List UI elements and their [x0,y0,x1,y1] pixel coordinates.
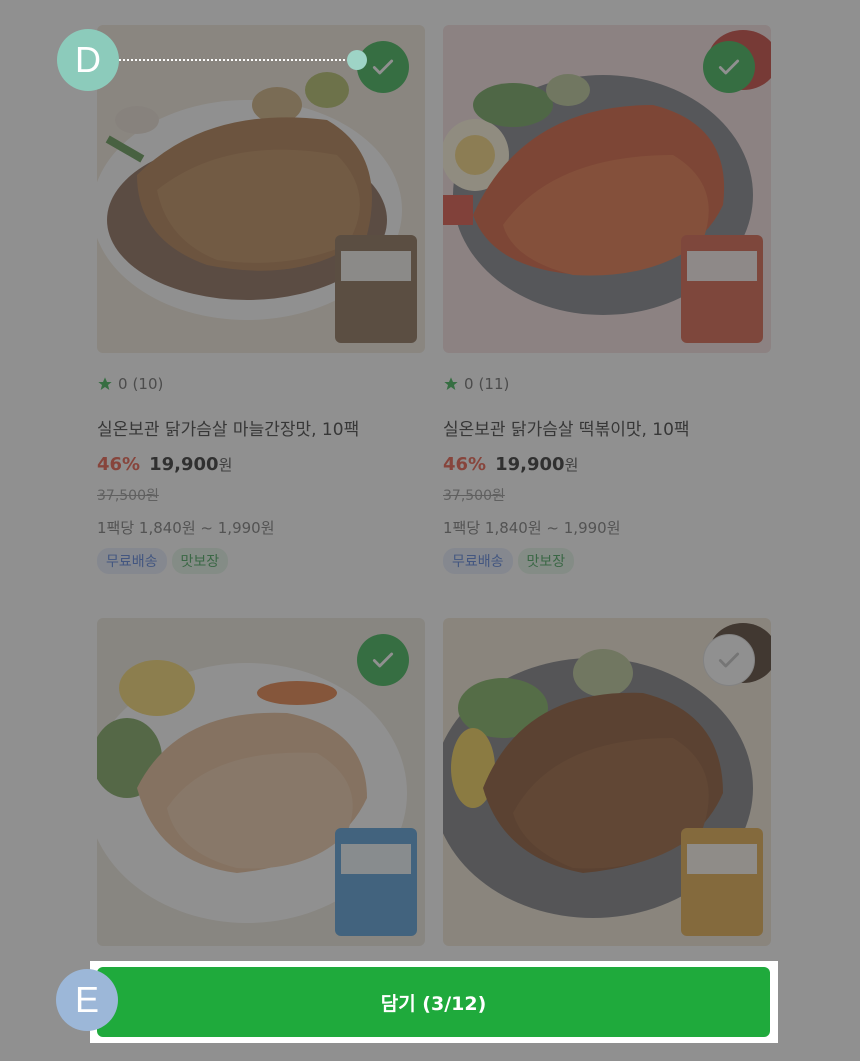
product-image[interactable] [97,618,425,946]
sale-price-value: 19,900 [149,454,219,475]
select-check-button[interactable] [703,634,755,686]
tag-list: 무료배송 맛보장 [97,548,425,574]
rating: 0 (10) [97,375,425,393]
callout-d-anchor-dot [347,50,367,70]
price-row: 46% 19,900원 [443,454,771,475]
product-image[interactable] [443,25,771,353]
select-check-button[interactable] [357,634,409,686]
checkmark-icon [372,652,394,668]
callout-e-badge: E [56,969,118,1031]
product-card[interactable]: 0 (10) 실온보관 닭가슴살 마늘간장맛, 10팩 46% 19,900원 … [97,25,425,574]
currency-unit: 원 [218,456,233,474]
tag-taste-guarantee: 맛보장 [517,548,575,574]
tag-list: 무료배송 맛보장 [443,548,771,574]
sale-price-value: 19,900 [495,454,565,475]
select-check-button[interactable] [703,41,755,93]
currency-unit: 원 [564,456,579,474]
product-card[interactable] [97,618,425,946]
add-to-cart-button[interactable]: 담기 (3/12) [97,967,770,1037]
tag-free-shipping: 무료배송 [443,548,513,574]
product-card[interactable]: 0 (11) 실온보관 닭가슴살 떡볶이맛, 10팩 46% 19,900원 3… [443,25,771,574]
discount-rate: 46% [97,454,141,475]
original-price: 37,500원 [443,488,505,504]
star-icon [98,377,112,390]
review-count: (10) [132,375,164,393]
unit-price: 1팩당 1,840원 ~ 1,990원 [443,519,621,537]
sale-price: 19,900원 [149,454,232,475]
checkmark-icon [718,652,740,668]
checkmark-icon [718,59,740,75]
product-image[interactable] [97,25,425,353]
checkmark-icon [372,59,394,75]
original-price: 37,500원 [97,488,159,504]
product-image[interactable] [443,618,771,946]
star-icon [444,377,458,390]
sale-price: 19,900원 [495,454,578,475]
tag-taste-guarantee: 맛보장 [171,548,229,574]
rating: 0 (11) [443,375,771,393]
review-count: (11) [478,375,510,393]
rating-value: 0 [118,375,128,393]
tag-free-shipping: 무료배송 [97,548,167,574]
select-check-button[interactable] [357,41,409,93]
product-name[interactable]: 실온보관 닭가슴살 마늘간장맛, 10팩 [97,415,425,440]
price-row: 46% 19,900원 [97,454,425,475]
discount-rate: 46% [443,454,487,475]
product-grid: 0 (10) 실온보관 닭가슴살 마늘간장맛, 10팩 46% 19,900원 … [0,0,860,1061]
unit-price: 1팩당 1,840원 ~ 1,990원 [97,519,275,537]
product-card[interactable] [443,618,771,946]
callout-d-badge: D [57,29,119,91]
rating-value: 0 [464,375,474,393]
callout-d-leader-line [119,59,357,61]
product-name[interactable]: 실온보관 닭가슴살 떡볶이맛, 10팩 [443,415,771,440]
